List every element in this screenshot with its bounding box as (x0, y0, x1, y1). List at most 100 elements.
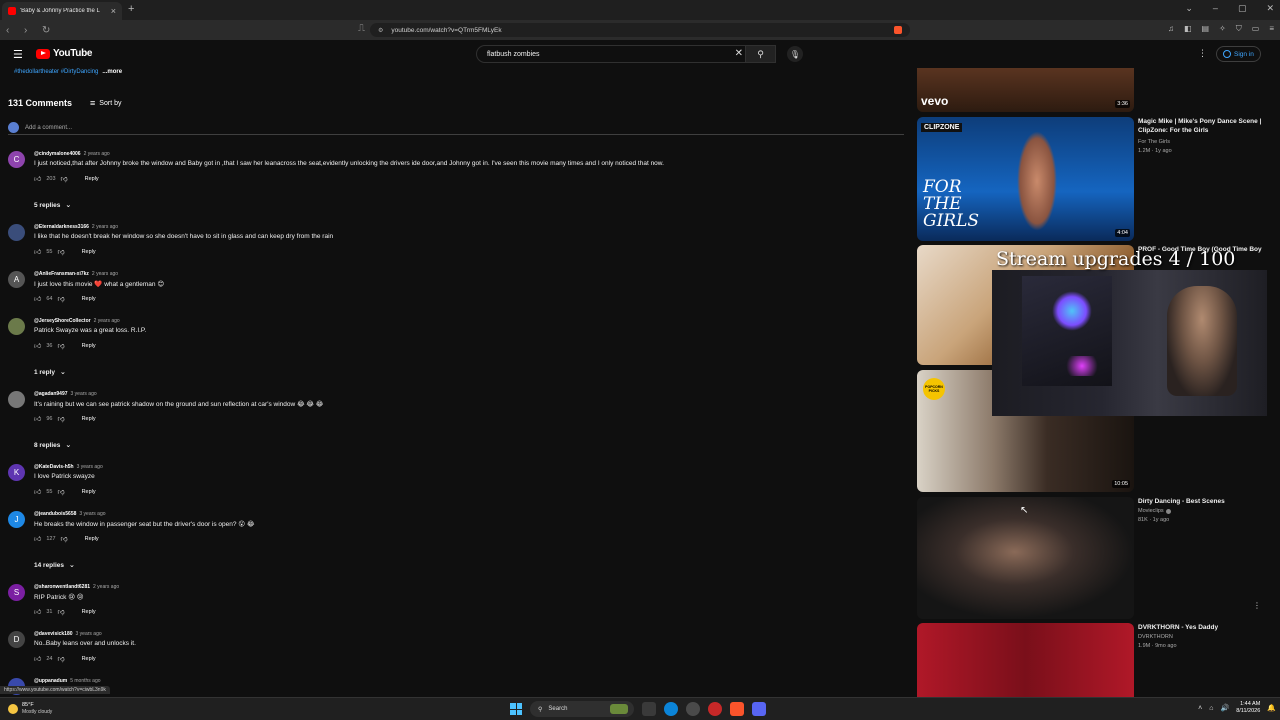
video-thumbnail[interactable]: CLIPZONE FOR THE GIRLS 4:04 (917, 117, 1134, 241)
edge-icon[interactable] (664, 702, 678, 716)
video-menu-icon[interactable]: ⋮ (1253, 601, 1261, 610)
url-field[interactable]: ⚙ youtube.com/watch?v=QTrm5FMLyEk (370, 23, 910, 37)
reply-button[interactable]: Reply (82, 343, 96, 349)
reply-button[interactable]: Reply (82, 609, 96, 615)
forward-icon[interactable]: › (24, 25, 36, 36)
settings-kebab-icon[interactable]: ⋮ (1198, 48, 1207, 59)
video-title[interactable]: Magic Mike | Mike's Pony Dance Scene | C… (1138, 117, 1266, 135)
commenter-avatar[interactable]: D (8, 631, 25, 648)
sidebar-icon[interactable]: ◧ (1184, 24, 1192, 34)
comment-author[interactable]: @AnlieFransman-xi7kz (34, 271, 89, 277)
like-icon[interactable]: 👍︎ (34, 654, 41, 663)
comment-time[interactable]: 2 years ago (92, 224, 118, 230)
comment-time[interactable]: 3 years ago (79, 511, 105, 517)
like-icon[interactable]: 👍︎ (34, 487, 41, 496)
youtube-logo[interactable]: YouTube (36, 48, 93, 59)
puzzle-icon[interactable]: ✧ (1219, 24, 1226, 34)
new-tab-icon[interactable]: + (128, 3, 134, 15)
reply-button[interactable]: Reply (82, 489, 96, 495)
commenter-avatar[interactable]: S (8, 584, 25, 601)
dislike-icon[interactable]: 👎︎ (57, 607, 64, 616)
clock[interactable]: 1:44 AM 8/11/2026 (1236, 701, 1260, 715)
weather-widget[interactable]: 85°F Mostly cloudy (8, 702, 52, 716)
music-icon[interactable]: ♫ (1168, 24, 1174, 34)
comment-author[interactable]: @KateDavis-h5h (34, 464, 74, 470)
comment-author[interactable]: @JerseyShoreCollector (34, 318, 91, 324)
network-icon[interactable]: ⌂ (1209, 705, 1213, 712)
reply-button[interactable]: Reply (82, 656, 96, 662)
commenter-avatar[interactable]: C (8, 151, 25, 168)
comment-author[interactable]: @Eternaldarkness3166 (34, 224, 89, 230)
comment-time[interactable]: 2 years ago (84, 151, 110, 157)
chevron-up-icon[interactable]: ˄ (1198, 705, 1202, 712)
close-tab-icon[interactable]: × (111, 6, 116, 16)
view-replies-button[interactable]: 1 reply ⌄ (34, 368, 66, 377)
reply-button[interactable]: Reply (82, 296, 96, 302)
maximize-icon[interactable]: ▢ (1238, 3, 1247, 14)
wallet-icon[interactable]: ▭ (1252, 24, 1260, 34)
brave-shields-icon[interactable] (894, 26, 902, 34)
comment-author[interactable]: @jeandubois5658 (34, 511, 76, 517)
like-icon[interactable]: 👍︎ (34, 341, 41, 350)
comment-time[interactable]: 3 years ago (76, 631, 102, 637)
volume-icon[interactable]: 🔊 (1221, 704, 1230, 712)
commenter-avatar[interactable] (8, 224, 25, 241)
maps-icon[interactable] (708, 702, 722, 716)
browser-menu-icon[interactable]: ≡ (1269, 24, 1274, 34)
hamburger-menu-icon[interactable]: ☰ (13, 48, 23, 61)
like-icon[interactable]: 👍︎ (34, 414, 41, 423)
comment-author[interactable]: @agadan9497 (34, 391, 68, 397)
close-window-icon[interactable]: ✕ (1266, 3, 1274, 14)
like-icon[interactable]: 👍︎ (34, 534, 41, 543)
comment-time[interactable]: 2 years ago (93, 584, 119, 590)
comment-time[interactable]: 3 years ago (71, 391, 97, 397)
dislike-icon[interactable]: 👎︎ (57, 414, 64, 423)
brave-icon[interactable] (730, 702, 744, 716)
like-icon[interactable]: 👍︎ (34, 294, 41, 303)
back-icon[interactable]: ‹ (6, 25, 18, 36)
hashtag-links[interactable]: #thedollartheater #DirtyDancing (14, 69, 98, 75)
channel-name[interactable]: DVRKTHORN (1138, 634, 1173, 640)
browser-tab[interactable]: 'Baby & Johnny Practice the L × (2, 2, 122, 20)
sign-in-button[interactable]: Sign in (1216, 46, 1261, 62)
taskbar-search[interactable]: ⚲ Search (530, 701, 634, 717)
view-replies-button[interactable]: 5 replies ⌄ (34, 201, 71, 210)
search-button[interactable]: ⚲ (745, 46, 775, 62)
dislike-icon[interactable]: 👎︎ (57, 247, 64, 256)
commenter-avatar[interactable] (8, 318, 25, 335)
sort-button[interactable]: ≡ Sort by (90, 98, 121, 108)
comment-time[interactable]: 5 months ago (70, 678, 100, 684)
dislike-icon[interactable]: 👎︎ (57, 341, 64, 350)
commenter-avatar[interactable]: A (8, 271, 25, 288)
comment-author[interactable]: @uppanadum (34, 678, 67, 684)
reply-button[interactable]: Reply (82, 416, 96, 422)
related-video[interactable]: CLIPZONE FOR THE GIRLS 4:04 Magic Mike |… (917, 117, 1267, 241)
video-title[interactable]: Dirty Dancing - Best Scenes (1138, 497, 1266, 506)
commenter-avatar[interactable] (8, 391, 25, 408)
comment-time[interactable]: 2 years ago (92, 271, 118, 277)
discord-icon[interactable] (752, 702, 766, 716)
task-view-icon[interactable] (642, 702, 656, 716)
video-thumbnail[interactable]: vevo 3:36 (917, 68, 1134, 112)
comment-author[interactable]: @davevisick180 (34, 631, 73, 637)
like-icon[interactable]: 👍︎ (34, 174, 41, 183)
video-title[interactable]: DVRKTHORN - Yes Daddy (1138, 623, 1266, 632)
channel-name[interactable]: Movieclips (1138, 508, 1171, 514)
like-icon[interactable]: 👍︎ (34, 247, 41, 256)
shield-icon[interactable]: ⛉ (1236, 24, 1242, 34)
commenter-avatar[interactable]: K (8, 464, 25, 481)
search-input[interactable]: flatbush zombies ✕ ⚲ (476, 45, 776, 63)
comment-author[interactable]: @sharonwentlandt6281 (34, 584, 90, 590)
windows-start-icon[interactable] (510, 703, 522, 715)
show-more-link[interactable]: ...more (102, 69, 122, 75)
minimize-icon[interactable]: – (1213, 3, 1218, 14)
site-info-icon[interactable]: ⚙ (378, 27, 383, 34)
github-icon[interactable] (686, 702, 700, 716)
tabs-icon[interactable]: ▤ (1202, 24, 1210, 34)
notifications-icon[interactable]: 🔔 (1267, 704, 1276, 712)
voice-search-button[interactable]: 🎙 (787, 46, 803, 62)
comment-time[interactable]: 3 years ago (77, 464, 103, 470)
chevron-down-icon[interactable]: ⌄ (1185, 3, 1193, 14)
commenter-avatar[interactable]: J (8, 511, 25, 528)
related-video[interactable]: vevo 3:36 (917, 68, 1267, 112)
